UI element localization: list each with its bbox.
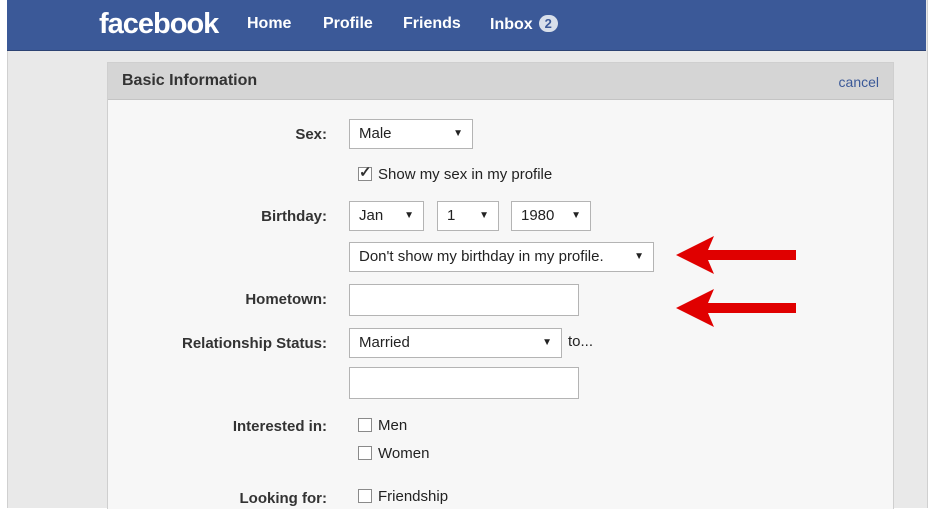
top-navigation-bar: facebook Home Profile Friends Inbox 2: [7, 0, 926, 51]
nav-home-link[interactable]: Home: [247, 15, 291, 33]
birth-month-select[interactable]: Jan ▼: [349, 201, 424, 231]
nav-inbox-label: Inbox: [490, 16, 533, 33]
birth-day-value: 1: [447, 207, 456, 224]
interested-women-label: Women: [378, 445, 430, 462]
interested-in-label: Interested in:: [232, 418, 327, 435]
looking-for-label: Looking for:: [239, 490, 327, 507]
relationship-to-label: to...: [568, 333, 594, 350]
birthday-visibility-select[interactable]: Don't show my birthday in my profile. ▼: [349, 242, 654, 272]
nav-inbox-link[interactable]: Inbox 2: [490, 15, 558, 34]
relationship-partner-input[interactable]: [349, 367, 579, 399]
chevron-down-icon: ▼: [571, 210, 581, 221]
sex-label: Sex:: [295, 126, 327, 143]
chevron-down-icon: ▼: [542, 337, 552, 348]
chevron-down-icon: ▼: [479, 210, 489, 221]
hometown-input[interactable]: [349, 284, 579, 316]
relationship-status-value: Married: [359, 334, 410, 351]
nav-friends-link[interactable]: Friends: [403, 15, 461, 33]
relationship-status-label: Relationship Status:: [181, 335, 327, 352]
panel-title: Basic Information: [122, 72, 258, 89]
facebook-logo[interactable]: facebook: [99, 8, 219, 41]
sex-select-value: Male: [359, 125, 392, 142]
interested-men-checkbox[interactable]: [358, 418, 372, 432]
birth-month-value: Jan: [359, 207, 384, 224]
looking-friendship-label: Friendship: [378, 488, 449, 505]
looking-friendship-checkbox[interactable]: [358, 489, 372, 503]
inbox-count-badge: 2: [538, 15, 558, 32]
sex-select[interactable]: Male ▼: [349, 119, 473, 149]
chevron-down-icon: ▼: [404, 210, 414, 221]
cancel-link[interactable]: cancel: [839, 74, 879, 90]
interested-men-label: Men: [378, 417, 408, 434]
show-sex-checkbox[interactable]: ✓: [358, 164, 372, 181]
hometown-label: Hometown:: [245, 291, 327, 308]
relationship-status-select[interactable]: Married ▼: [349, 328, 562, 358]
interested-women-checkbox[interactable]: [358, 446, 372, 460]
chevron-down-icon: ▼: [634, 251, 644, 262]
chevron-down-icon: ▼: [453, 128, 463, 139]
checkmark-icon: ✓: [359, 164, 372, 181]
birthday-label: Birthday:: [261, 208, 327, 225]
nav-profile-link[interactable]: Profile: [323, 15, 373, 33]
red-arrow-icon: [676, 236, 796, 274]
birth-day-select[interactable]: 1 ▼: [437, 201, 499, 231]
birth-year-select[interactable]: 1980 ▼: [511, 201, 591, 231]
birth-year-value: 1980: [521, 207, 555, 224]
red-arrow-icon: [676, 289, 796, 327]
show-sex-label: Show my sex in my profile: [378, 166, 553, 183]
panel-header: Basic Information cancel: [108, 63, 893, 100]
birthday-visibility-value: Don't show my birthday in my profile.: [359, 248, 604, 265]
